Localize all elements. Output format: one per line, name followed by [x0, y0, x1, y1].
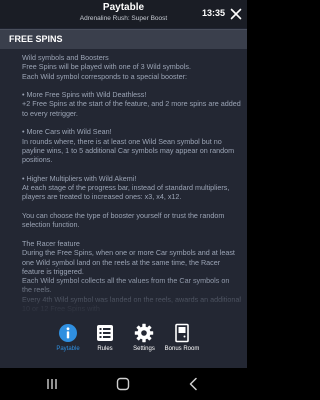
section-header: FREE SPINS	[0, 29, 247, 50]
bonus-room-icon	[175, 323, 189, 343]
back-button[interactable]	[186, 376, 202, 392]
nav-settings[interactable]: Settings	[124, 323, 164, 365]
paragraph-sean: • More Cars with Wild Sean! In rounds wh…	[22, 127, 235, 165]
rules-text: Wild symbols and Boosters Free Spins wil…	[0, 49, 247, 313]
gear-icon	[134, 323, 154, 343]
nav-paytable[interactable]: Paytable	[48, 323, 88, 365]
info-icon	[59, 324, 77, 342]
rules-content[interactable]: Wild symbols and Boosters Free Spins wil…	[0, 49, 247, 318]
paragraph-deathless: • More Free Spins with Wild Deathless! +…	[22, 90, 241, 118]
system-nav-bar	[0, 368, 247, 400]
close-icon	[230, 8, 242, 20]
nav-bonus-room[interactable]: Bonus Room	[162, 323, 202, 365]
nav-label-bonus-room: Bonus Room	[164, 346, 200, 352]
nav-rules[interactable]: Rules	[85, 323, 125, 365]
back-icon	[189, 377, 197, 391]
recent-apps-icon	[47, 379, 57, 389]
home-button[interactable]	[115, 376, 131, 392]
clock-time: 13:35	[201, 8, 225, 18]
header: Paytable Adrenaline Rush: Super Boost 13…	[0, 0, 247, 28]
paragraph-racer-feature: The Racer feature During the Free Spins,…	[22, 238, 241, 314]
list-icon	[97, 325, 113, 341]
recent-apps-button[interactable]	[44, 376, 60, 392]
bottom-nav: Paytable Rules Settings Bonus Room	[0, 318, 247, 368]
paytable-screen: Paytable Adrenaline Rush: Super Boost 13…	[0, 0, 247, 400]
close-button[interactable]	[230, 7, 242, 20]
paragraph-wild-boosters: Wild symbols and Boosters Free Spins wil…	[22, 53, 191, 81]
paragraph-akemi: • Higher Multipliers with Wild Akemi! At…	[22, 173, 230, 202]
paragraph-choose-booster: You can choose the type of booster yours…	[22, 211, 225, 230]
section-title: FREE SPINS	[9, 34, 63, 44]
home-icon	[116, 377, 130, 391]
